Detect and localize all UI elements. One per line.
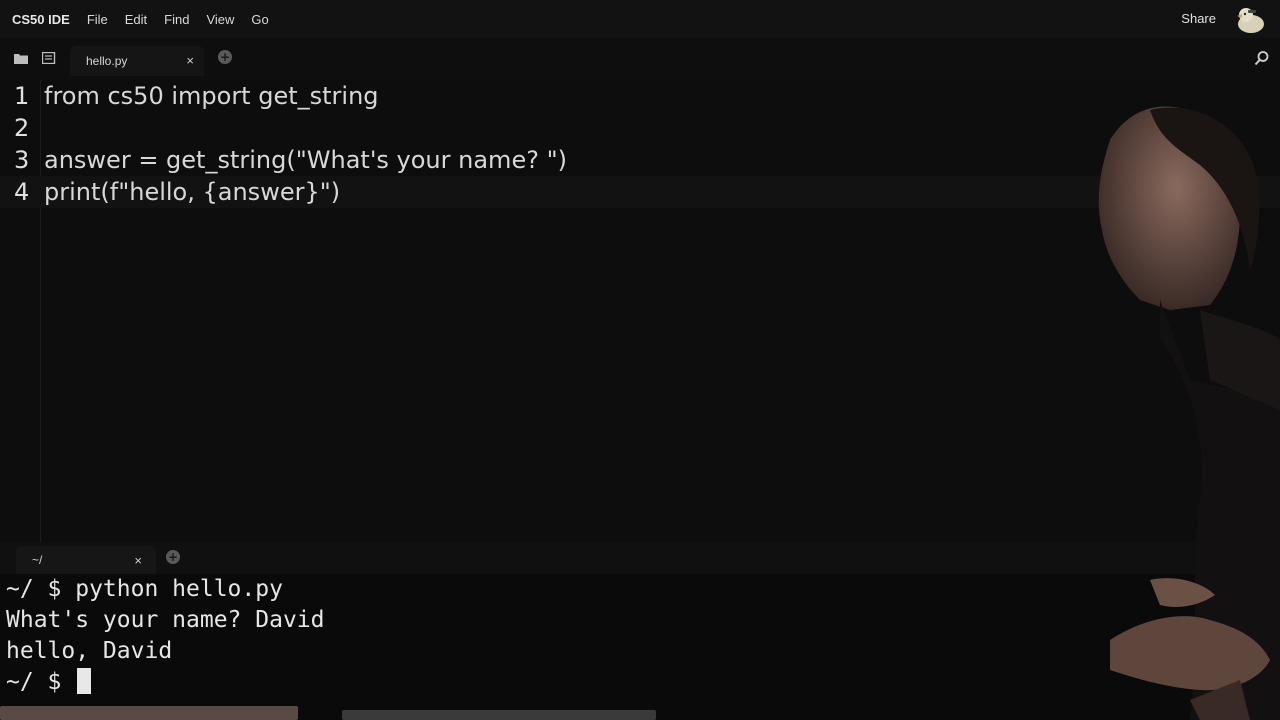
desk-edge: [0, 706, 298, 720]
menu-view[interactable]: View: [206, 12, 234, 27]
terminal-line: hello, David: [6, 638, 173, 664]
terminal-prompt: ~/ $: [6, 669, 76, 695]
code-text[interactable]: print(f"hello, {answer}"): [44, 176, 340, 208]
line-number: 3: [14, 146, 30, 174]
menu-edit[interactable]: Edit: [125, 12, 147, 27]
tab-label: hello.py: [86, 54, 128, 68]
terminal-tab-close-button[interactable]: ×: [134, 553, 142, 568]
code-line[interactable]: 3 answer = get_string("What's your name?…: [0, 144, 1280, 176]
folder-icon[interactable]: [14, 52, 28, 64]
terminal-tab-label: ~/: [32, 553, 43, 567]
line-number: 4: [14, 178, 30, 206]
editor-tab-strip: hello.py × +: [0, 38, 1280, 80]
outline-icon[interactable]: [42, 52, 56, 64]
terminal-prompt-line[interactable]: ~/ $: [6, 667, 92, 698]
terminal-panel[interactable]: ~/ $ python hello.py What's your name? D…: [0, 574, 1280, 720]
line-number: 2: [14, 114, 30, 142]
terminal-line: ~/ $ python hello.py: [6, 576, 283, 602]
maximize-icon[interactable]: [1196, 550, 1208, 562]
tab-hello-py[interactable]: hello.py ×: [70, 46, 204, 76]
cs50-ide-window: CS50 IDE File Edit Find View Go Share he…: [0, 0, 1280, 720]
code-text[interactable]: answer = get_string("What's your name? "…: [44, 144, 567, 176]
terminal-cursor: [77, 668, 92, 694]
bottom-edge: [0, 704, 1280, 720]
new-tab-button[interactable]: +: [218, 50, 232, 64]
menu-bar: CS50 IDE File Edit Find View Go Share: [0, 0, 1280, 38]
code-line[interactable]: 1 from cs50 import get_string: [0, 80, 1280, 112]
share-button[interactable]: Share: [1181, 11, 1216, 26]
terminal-line: What's your name? David: [6, 607, 325, 633]
search-icon[interactable]: [1254, 50, 1270, 66]
menu-file[interactable]: File: [87, 12, 108, 27]
line-number: 1: [14, 82, 30, 110]
code-line[interactable]: 2: [0, 112, 1280, 144]
tab-close-button[interactable]: ×: [186, 53, 194, 68]
tab-terminal[interactable]: ~/ ×: [16, 546, 156, 574]
desk-edge: [342, 710, 656, 720]
code-text[interactable]: from cs50 import get_string: [44, 80, 379, 112]
terminal-tab-strip: ~/ × +: [0, 542, 1280, 574]
duck-avatar-icon[interactable]: [1234, 4, 1268, 34]
menu-go[interactable]: Go: [251, 12, 268, 27]
menu-find[interactable]: Find: [164, 12, 189, 27]
code-line-active[interactable]: 4 print(f"hello, {answer}"): [0, 176, 1280, 208]
code-editor[interactable]: 1 from cs50 import get_string 2 3 answer…: [0, 80, 1280, 542]
app-brand[interactable]: CS50 IDE: [12, 12, 70, 27]
new-terminal-button[interactable]: +: [166, 550, 180, 564]
